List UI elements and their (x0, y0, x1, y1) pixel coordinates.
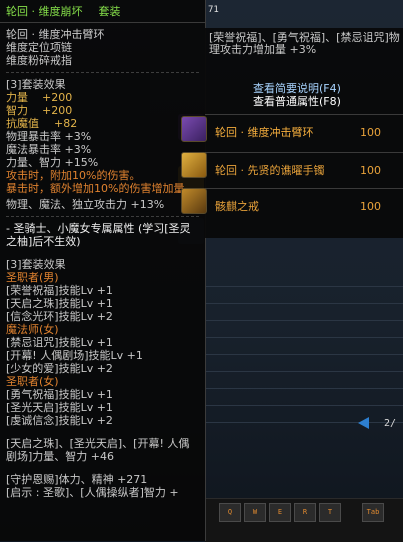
stat-label: 智力 (6, 104, 28, 117)
stat-row: 力量 +200 (6, 91, 205, 104)
hotkey-t[interactable]: T (319, 503, 341, 522)
set-item-name: 轮回 · 维度冲击臂环 (215, 126, 314, 139)
class-skill: [开幕! 人偶剧场]技能Lv +1 (6, 349, 143, 362)
set-item-value: 100 (360, 163, 381, 177)
set-item-name: 骸麒之戒 (215, 200, 259, 213)
stat-label: 力量 (6, 91, 28, 104)
crit-line: 魔法暴击率 +3% (6, 143, 92, 156)
special-line: 暴击时，额外增加10%的伤害增加量。 (6, 182, 196, 195)
view-normal-attr-link[interactable]: 查看普通属性(F8) (253, 95, 341, 108)
set-part: 轮回 · 维度冲击臂环 (6, 28, 105, 41)
set-item-value: 100 (360, 125, 381, 139)
class-skill: [少女的爱]技能Lv +2 (6, 362, 113, 375)
tooltip-header: 轮回 · 维度崩坏 套装 (0, 0, 205, 23)
stat-row: 抗魔值 +82 (6, 117, 205, 130)
stat-value: +200 (42, 91, 73, 104)
stat-row: 智力 +200 (6, 104, 205, 117)
class-skill: [荣誉祝福]技能Lv +1 (6, 284, 113, 297)
class-skill: [信念光环]技能Lv +2 (6, 310, 113, 323)
bonus-line: [天启之珠]、[圣光天启]、[开幕! 人偶剧场]力量、智力 +46 (6, 437, 190, 463)
stat-value: +82 (54, 117, 78, 130)
special-line: 攻击时，附加10%的伤害。 (6, 169, 141, 182)
class-set-header: [3]套装效果 (6, 258, 66, 271)
ring-icon[interactable] (181, 188, 207, 214)
class-skill: [虔诚信念]技能Lv +2 (6, 414, 113, 427)
crit-line: 力量、智力 +15% (6, 156, 99, 169)
set-tag: 套装 (98, 5, 121, 18)
class-skill: [圣光天启]技能Lv +1 (6, 401, 113, 414)
bonus-line: [启示 : 圣歌]、[人偶操纵者]智力 + (6, 486, 179, 499)
set-item-row[interactable]: 骸麒之戒 100 (205, 188, 403, 223)
crit-line: 物理暴击率 +3% (6, 130, 92, 143)
hotkey-w[interactable]: W (244, 503, 266, 522)
set-tooltip: 轮回 · 维度崩坏 套装 轮回 · 维度冲击臂环 维度定位项链 维度粉碎戒指 [… (0, 0, 206, 541)
set-items-tooltip: [荣誉祝福]、[勇气祝福]、[禁忌诅咒]物理攻击力增加量 +3% 查看简要说明(… (205, 28, 403, 238)
class-skill: [禁忌诅咒]技能Lv +1 (6, 336, 113, 349)
bonus-line: [守护恩赐]体力、精神 +271 (6, 473, 148, 486)
view-simple-desc-link[interactable]: 查看简要说明(F4) (253, 82, 341, 95)
hotkey-e[interactable]: E (269, 503, 291, 522)
class-group-name: 圣职者(女) (6, 375, 59, 388)
class-group-name: 魔法师(女) (6, 323, 59, 336)
hotkey-r[interactable]: R (294, 503, 316, 522)
hotkey-tab[interactable]: Tab (362, 503, 384, 522)
class-skill: [勇气祝福]技能Lv +1 (6, 388, 113, 401)
stat-label: 抗魔值 (6, 117, 39, 130)
page-indicator: 2/ (384, 418, 397, 429)
set-item-row[interactable]: 轮回 · 维度冲击臂环 100 (205, 114, 403, 149)
set-effect-header: [3]套装效果 (6, 78, 66, 91)
level-badge: 71 (208, 5, 219, 15)
class-header: - 圣骑士、小魔女专属属性 (学习[圣灵之柚]后不生效) (6, 222, 191, 248)
set-part: 维度定位项链 (6, 41, 72, 54)
class-skill: [天启之珠]技能Lv +1 (6, 297, 113, 310)
set-item-name: 轮回 · 先贤的谯曜手镯 (215, 164, 325, 177)
hotkey-q[interactable]: Q (219, 503, 241, 522)
stat-value: +200 (42, 104, 73, 117)
attack-line: 物理、魔法、独立攻击力 +13% (6, 198, 165, 211)
page-prev-arrow-icon[interactable] (358, 417, 369, 429)
bracelet-icon[interactable] (181, 152, 207, 178)
set-description: [荣誉祝福]、[勇气祝福]、[禁忌诅咒]物理攻击力增加量 +3% (209, 31, 400, 56)
set-part: 维度粉碎戒指 (6, 54, 72, 67)
set-item-value: 100 (360, 199, 381, 213)
quickslot-bar: Q W E R T Tab (205, 498, 403, 542)
set-item-row[interactable]: 轮回 · 先贤的谯曜手镯 100 (205, 152, 403, 187)
class-group-name: 圣职者(男) (6, 271, 59, 284)
armband-icon[interactable] (181, 116, 207, 142)
set-title: 轮回 · 维度崩坏 (6, 5, 83, 18)
background-list (205, 270, 403, 423)
